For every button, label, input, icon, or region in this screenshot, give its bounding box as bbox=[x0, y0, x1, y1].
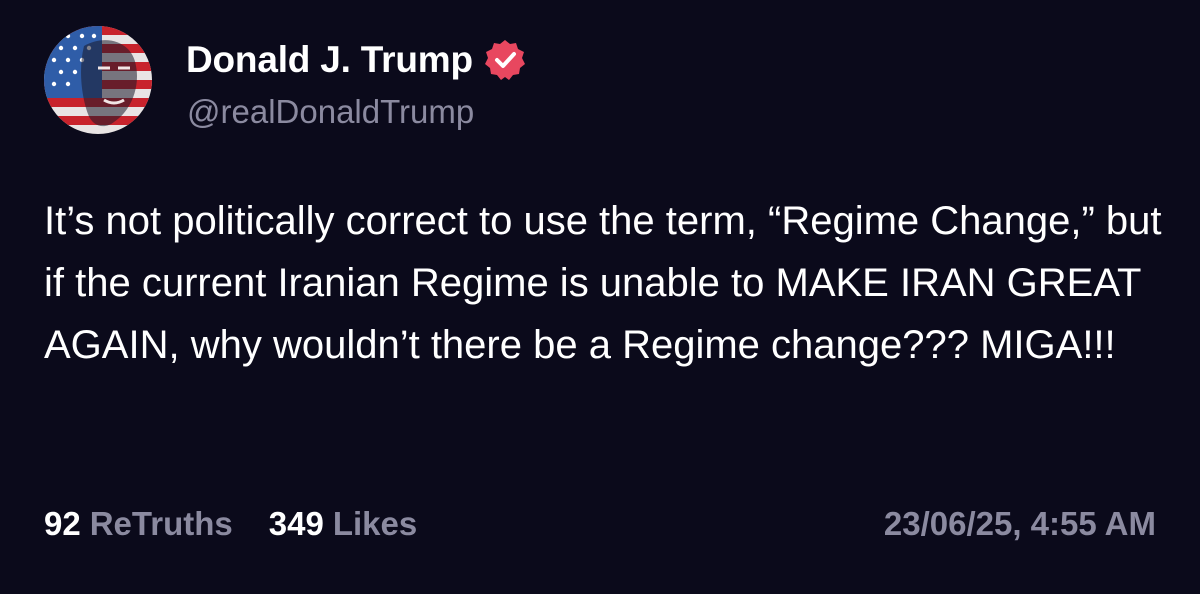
author-name-row: Donald J. Trump bbox=[186, 36, 527, 84]
likes-label: Likes bbox=[332, 505, 418, 542]
likes-count: 349 bbox=[268, 505, 324, 542]
post-text: It’s not politically correct to use the … bbox=[44, 199, 1162, 367]
flag-portrait-avatar-icon bbox=[44, 26, 152, 134]
likes-stat[interactable]: 349 Likes bbox=[269, 505, 417, 543]
retruths-count: 92 bbox=[44, 505, 81, 542]
author-display-name[interactable]: Donald J. Trump bbox=[186, 39, 473, 81]
verified-badge-icon bbox=[483, 38, 527, 82]
post-timestamp[interactable]: 23/06/25, 4:55 AM bbox=[884, 500, 1156, 548]
retruths-stat[interactable]: 92 ReTruths bbox=[44, 505, 233, 543]
truth-post-card: Donald J. Trump @realDonaldTrump It’s no… bbox=[0, 0, 1200, 594]
author-handle[interactable]: @realDonaldTrump bbox=[187, 93, 474, 131]
retruths-label: ReTruths bbox=[89, 505, 233, 542]
post-stats: 92 ReTruths 349 Likes bbox=[44, 500, 453, 548]
avatar[interactable] bbox=[44, 26, 152, 134]
